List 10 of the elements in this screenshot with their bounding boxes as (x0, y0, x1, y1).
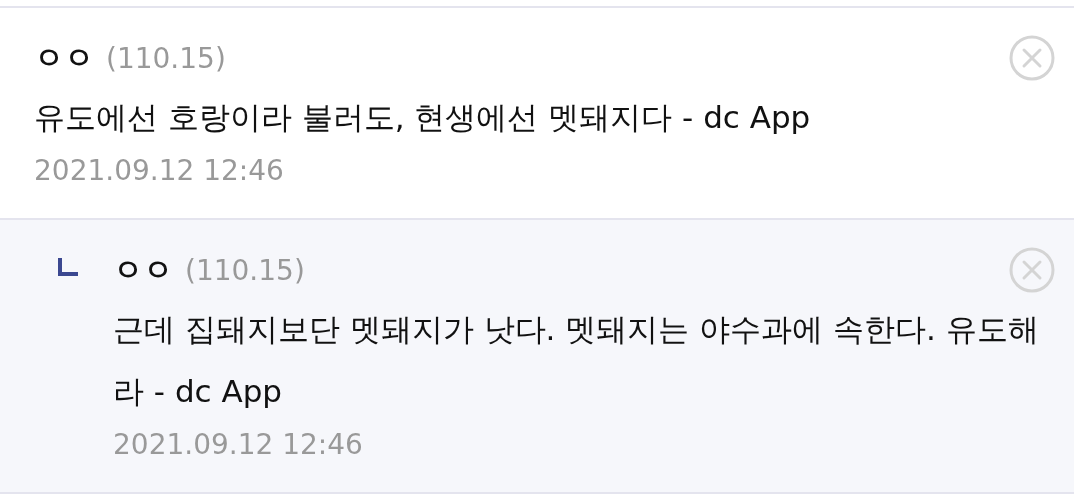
comment-text: 근데 집돼지보단 멧돼지가 낫다. 멧돼지는 야수과에 속한다. 유도해라 - dc App (113, 310, 1040, 411)
close-icon[interactable] (1008, 246, 1056, 294)
ip-address: (110.15) (185, 253, 305, 289)
comment-date: 2021.09.12 12:46 (34, 153, 285, 189)
author-name: ㅇㅇ (113, 251, 173, 289)
author-name: ㅇㅇ (34, 39, 94, 77)
comment-date: 2021.09.12 12:46 (113, 427, 364, 463)
comment-text: 유도에선 호랑이라 불러도, 현생에선 멧돼지다 - dc App (34, 98, 812, 137)
ip-address: (110.15) (106, 41, 226, 77)
close-icon[interactable] (1008, 34, 1056, 82)
